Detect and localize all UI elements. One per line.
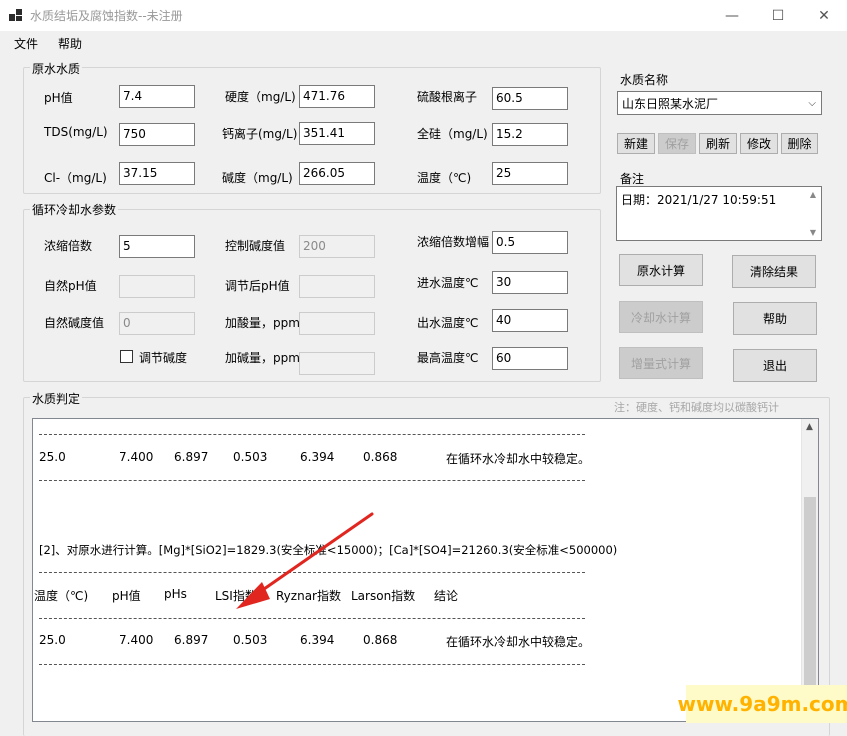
arrow-head — [236, 582, 270, 609]
watermark: www.9a9m.com — [678, 685, 847, 723]
arrow-shaft — [252, 512, 374, 598]
annotation-arrow — [236, 512, 374, 609]
